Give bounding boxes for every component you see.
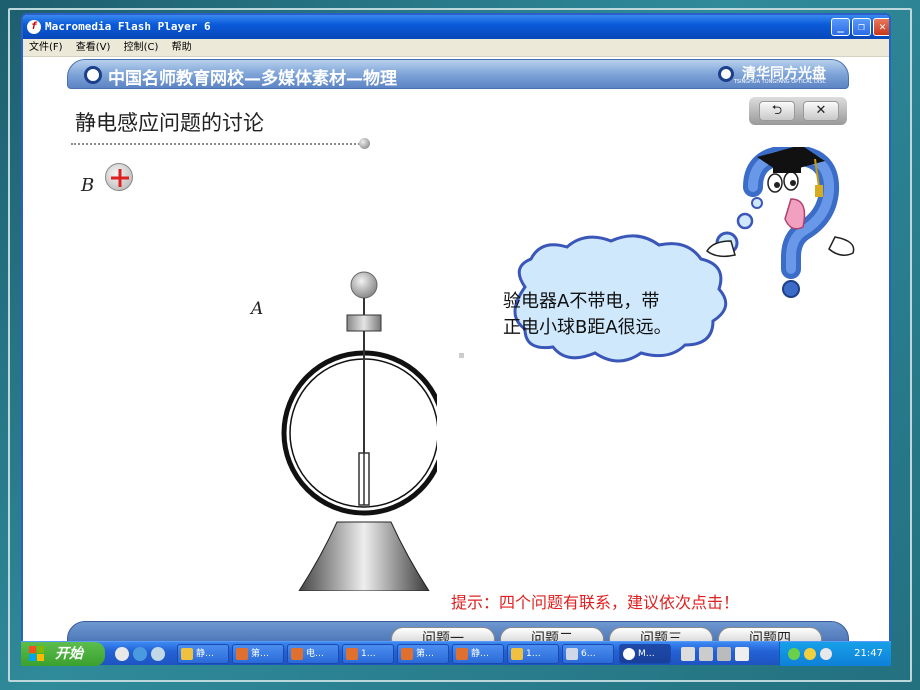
help-icon[interactable] <box>735 647 749 661</box>
menu-file[interactable]: 文件(F) <box>29 39 63 57</box>
taskbar: 开始 静… 第… 电… 1… 第… 静… 1… 6… M… 21:47 <box>21 641 891 666</box>
school-logo-icon <box>84 66 102 84</box>
menubar: 文件(F) 查看(V) 控制(C) 帮助 <box>23 39 889 57</box>
hint-text: 提示：四个问题有联系，建议依次点击！ <box>451 593 740 612</box>
folder-icon <box>511 648 523 660</box>
flash-app-icon <box>623 648 635 660</box>
close-button[interactable]: ✕ <box>873 18 889 36</box>
quicklaunch-ie-icon[interactable] <box>133 647 147 661</box>
task-item[interactable]: 1… <box>507 644 559 664</box>
thought-dot-medium <box>736 212 754 230</box>
thinking-character <box>513 147 855 363</box>
folder-icon <box>181 648 193 660</box>
task-item[interactable]: 电… <box>287 644 339 664</box>
electroscope-top-ball <box>350 271 378 299</box>
minimize-button[interactable]: _ <box>831 18 850 36</box>
character-hand-left <box>706 240 736 258</box>
cap-tassel <box>815 185 823 197</box>
pen-icon[interactable] <box>699 647 713 661</box>
powerpoint-icon <box>346 648 358 660</box>
flash-content: 中国名师教育网校—多媒体素材—物理 清华同方光盘 TSINGHUA TONGFA… <box>23 57 889 655</box>
window-titlebar[interactable]: f Macromedia Flash Player 6 _ ❐ ✕ <box>23 15 889 39</box>
plus-charge-icon <box>111 169 129 187</box>
flash-app-icon: f <box>27 20 41 34</box>
document-icon <box>566 648 578 660</box>
title-divider <box>71 143 363 145</box>
tray-security-icon[interactable] <box>804 648 816 660</box>
bubble-line-2: 正电小球B距A很远。 <box>503 317 672 338</box>
powerpoint-icon <box>401 648 413 660</box>
powerpoint-icon <box>236 648 248 660</box>
stage-marker <box>459 353 464 358</box>
start-button[interactable]: 开始 <box>21 642 105 666</box>
menu-help[interactable]: 帮助 <box>172 39 192 57</box>
window-title: Macromedia Flash Player 6 <box>45 20 211 33</box>
thought-dot-small <box>751 197 763 209</box>
publisher-logo-icon <box>718 66 734 82</box>
quicklaunch-info-icon[interactable] <box>115 647 129 661</box>
exit-button[interactable]: ✕ <box>803 101 839 121</box>
character-hand-right <box>828 236 855 256</box>
task-item-flash-active[interactable]: M… <box>619 644 671 664</box>
keyboard-icon[interactable] <box>681 647 695 661</box>
charged-ball-b[interactable] <box>105 163 133 191</box>
electroscope-base <box>298 521 430 591</box>
title-divider-dot <box>359 138 370 149</box>
task-item[interactable]: 第… <box>232 644 284 664</box>
tray-network-icon[interactable] <box>788 648 800 660</box>
bubble-text: 验电器A不带电，带 正电小球B距A很远。 <box>503 289 733 341</box>
banner-title: 中国名师教育网校—多媒体素材—物理 <box>108 69 397 89</box>
tray-volume-icon[interactable] <box>820 648 832 660</box>
electroscope-diagram <box>281 271 437 591</box>
restore-button[interactable]: ❐ <box>852 18 871 36</box>
start-label: 开始 <box>55 646 83 662</box>
language-icon[interactable] <box>717 647 731 661</box>
system-tray: 21:47 <box>779 642 891 666</box>
back-button[interactable]: ⮌ <box>759 101 795 121</box>
menu-view[interactable]: 查看(V) <box>76 39 111 57</box>
task-item[interactable]: 1… <box>342 644 394 664</box>
windows-flag-icon <box>29 646 44 661</box>
electroscope-insulator <box>346 314 382 332</box>
publisher-subtitle: TSINGHUA TONGFANG OPTICAL DISC <box>733 79 826 85</box>
powerpoint-icon <box>291 648 303 660</box>
flash-player-window: f Macromedia Flash Player 6 _ ❐ ✕ 文件(F) … <box>21 13 891 657</box>
task-item[interactable]: 静… <box>452 644 504 664</box>
task-item[interactable]: 静… <box>177 644 229 664</box>
character-mouth <box>784 198 806 230</box>
quicklaunch-media-icon[interactable] <box>151 647 165 661</box>
taskbar-clock[interactable]: 21:47 <box>854 642 883 666</box>
ball-b-label: B <box>81 175 95 196</box>
powerpoint-icon <box>456 648 468 660</box>
task-item[interactable]: 第… <box>397 644 449 664</box>
menu-control[interactable]: 控制(C) <box>124 39 159 57</box>
bubble-line-1: 验电器A不带电，带 <box>503 291 660 312</box>
question-mark-dot <box>782 280 800 298</box>
task-item[interactable]: 6… <box>562 644 614 664</box>
top-banner: 中国名师教育网校—多媒体素材—物理 清华同方光盘 TSINGHUA TONGFA… <box>67 59 849 89</box>
page-title: 静电感应问题的讨论 <box>75 111 264 135</box>
